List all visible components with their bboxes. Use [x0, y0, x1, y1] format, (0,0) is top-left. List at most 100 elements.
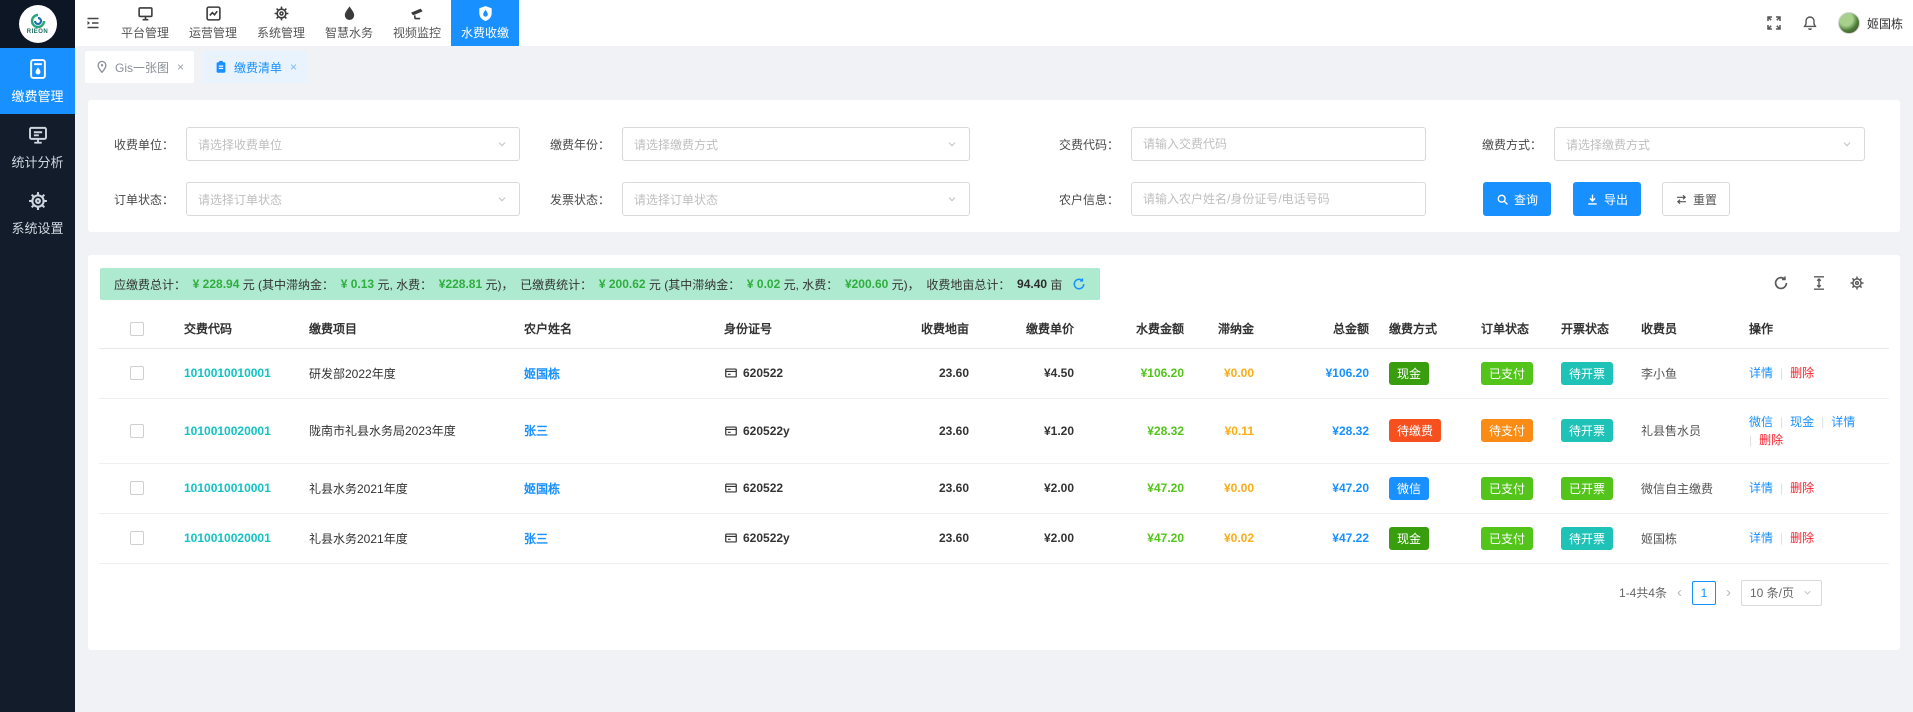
total-area-value: 94.40	[1017, 277, 1047, 291]
filter-payment-method: 缴费方式： 请选择缴费方式	[1478, 127, 1865, 161]
chevron-down-icon	[496, 193, 508, 205]
row-density-icon[interactable]	[1811, 275, 1827, 291]
select-placeholder: 请选择缴费方式	[1566, 136, 1650, 153]
fullscreen-icon[interactable]	[1766, 15, 1782, 31]
col-header-total: 总金额	[1264, 310, 1379, 348]
chevron-down-icon	[496, 138, 508, 150]
cash-pay-link[interactable]: 现金	[1773, 415, 1814, 429]
bell-icon[interactable]	[1802, 15, 1818, 31]
sidebar-item-label: 缴费管理	[11, 86, 63, 105]
payment-year-select[interactable]: 请选择缴费方式	[622, 127, 970, 161]
order-status-badge: 已支付	[1481, 362, 1533, 385]
sidebar-item-statistics[interactable]: 统计分析	[0, 114, 75, 180]
payment-code: 1010010010001	[174, 348, 299, 398]
nav-item-water-fee-collection[interactable]: 水费收缴	[451, 0, 519, 46]
nav-item-system[interactable]: 系统管理	[247, 0, 315, 46]
id-number: 620522y	[743, 424, 790, 438]
select-all-checkbox[interactable]	[130, 322, 144, 336]
collapse-sidebar-icon[interactable]	[75, 0, 111, 46]
filter-label: 订单状态：	[110, 191, 174, 208]
shield-icon	[477, 5, 494, 22]
topbar-right: 姬国栋	[1766, 0, 1903, 46]
next-page-icon[interactable]: ›	[1726, 585, 1731, 600]
user-menu[interactable]: 姬国栋	[1838, 12, 1903, 34]
select-placeholder: 请选择订单状态	[198, 191, 282, 208]
water-meter-icon	[27, 58, 49, 80]
payment-code-input[interactable]	[1131, 127, 1426, 161]
unit-price: ¥1.20	[979, 398, 1084, 463]
row-checkbox[interactable]	[130, 424, 144, 438]
close-icon[interactable]: ×	[290, 60, 297, 74]
col-header-late-fee: 滞纳金	[1194, 310, 1264, 348]
wechat-pay-link[interactable]: 微信	[1749, 415, 1773, 429]
row-checkbox[interactable]	[130, 366, 144, 380]
nav-item-video-monitoring[interactable]: 视频监控	[383, 0, 451, 46]
close-icon[interactable]: ×	[177, 60, 184, 74]
id-card-icon	[724, 481, 738, 495]
water-fee: ¥47.20	[1084, 513, 1194, 563]
payment-method-select[interactable]: 请选择缴费方式	[1554, 127, 1865, 161]
tab-strip: Gis一张图 × 缴费清单 ×	[75, 46, 1913, 88]
nav-item-operations[interactable]: 运营管理	[179, 0, 247, 46]
column-settings-gear-icon[interactable]	[1849, 275, 1865, 291]
farmer-name-link[interactable]: 姬国栋	[514, 348, 714, 398]
project-name: 礼县水务2021年度	[299, 463, 514, 513]
reload-table-icon[interactable]	[1773, 275, 1789, 291]
invoice-status-select[interactable]: 请选择订单状态	[622, 182, 970, 216]
farmer-name-link[interactable]: 张三	[514, 398, 714, 463]
table-row: 1010010010001 礼县水务2021年度 姬国栋 620522 23.6…	[99, 463, 1889, 513]
farmer-name-link[interactable]: 姬国栋	[514, 463, 714, 513]
order-status-select[interactable]: 请选择订单状态	[186, 182, 520, 216]
filter-label: 交费代码：	[1055, 136, 1119, 153]
refresh-icon[interactable]	[1072, 277, 1086, 291]
page-size-select[interactable]: 10 条/页	[1741, 580, 1822, 606]
collector-name: 微信自主缴费	[1631, 463, 1739, 513]
logo-circle: RIEON	[19, 5, 57, 43]
filter-label: 发票状态：	[546, 191, 610, 208]
table-row: 1010010010001 研发部2022年度 姬国栋 620522 23.60…	[99, 348, 1889, 398]
select-placeholder: 请选择缴费方式	[634, 136, 718, 153]
col-header-unit-price: 缴费单价	[979, 310, 1084, 348]
charge-unit-select[interactable]: 请选择收费单位	[186, 127, 520, 161]
row-checkbox[interactable]	[130, 481, 144, 495]
sidebar-item-payment-management[interactable]: 缴费管理	[0, 48, 75, 114]
row-checkbox[interactable]	[130, 531, 144, 545]
search-button[interactable]: 查询	[1483, 182, 1551, 216]
nav-item-smart-water[interactable]: 智慧水务	[315, 0, 383, 46]
delete-link[interactable]: 删除	[1773, 366, 1814, 380]
export-button[interactable]: 导出	[1573, 182, 1641, 216]
topbar: 平台管理 运营管理 系统管理 智慧水务 视频监控 水费收缴 姬国栋	[75, 0, 1913, 46]
chevron-down-icon	[1802, 587, 1813, 598]
total-due-amount: ¥ 228.94	[193, 277, 240, 291]
delete-link[interactable]: 删除	[1749, 433, 1783, 447]
area-value: 23.60	[899, 513, 979, 563]
detail-link[interactable]: 详情	[1814, 415, 1855, 429]
late-fee: ¥0.00	[1194, 348, 1264, 398]
chevron-down-icon	[946, 138, 958, 150]
nav-item-platform[interactable]: 平台管理	[111, 0, 179, 46]
payment-code: 1010010010001	[174, 463, 299, 513]
reset-button[interactable]: 重置	[1662, 182, 1730, 216]
detail-link[interactable]: 详情	[1749, 531, 1773, 545]
area-value: 23.60	[899, 398, 979, 463]
col-header-payment-code: 交费代码	[174, 310, 299, 348]
pay-method-badge: 待缴费	[1389, 419, 1441, 442]
col-header-invoice-status: 开票状态	[1551, 310, 1631, 348]
sidebar-item-system-settings[interactable]: 系统设置	[0, 180, 75, 246]
pay-method-badge: 现金	[1389, 527, 1429, 550]
farmer-info-input[interactable]	[1131, 182, 1426, 216]
gear-icon	[27, 190, 49, 212]
tab-payment-list[interactable]: 缴费清单 ×	[204, 51, 307, 83]
page-number-button[interactable]: 1	[1692, 581, 1716, 605]
water-fee: ¥47.20	[1084, 463, 1194, 513]
farmer-name-link[interactable]: 张三	[514, 513, 714, 563]
detail-link[interactable]: 详情	[1749, 366, 1773, 380]
order-status-badge: 已支付	[1481, 527, 1533, 550]
tab-gis-map[interactable]: Gis一张图 ×	[85, 51, 194, 83]
detail-link[interactable]: 详情	[1749, 481, 1773, 495]
delete-link[interactable]: 删除	[1773, 481, 1814, 495]
delete-link[interactable]: 删除	[1773, 531, 1814, 545]
due-water-fee-amount: ¥228.81	[439, 277, 482, 291]
prev-page-icon[interactable]: ‹	[1677, 585, 1682, 600]
chevron-down-icon	[1841, 138, 1853, 150]
